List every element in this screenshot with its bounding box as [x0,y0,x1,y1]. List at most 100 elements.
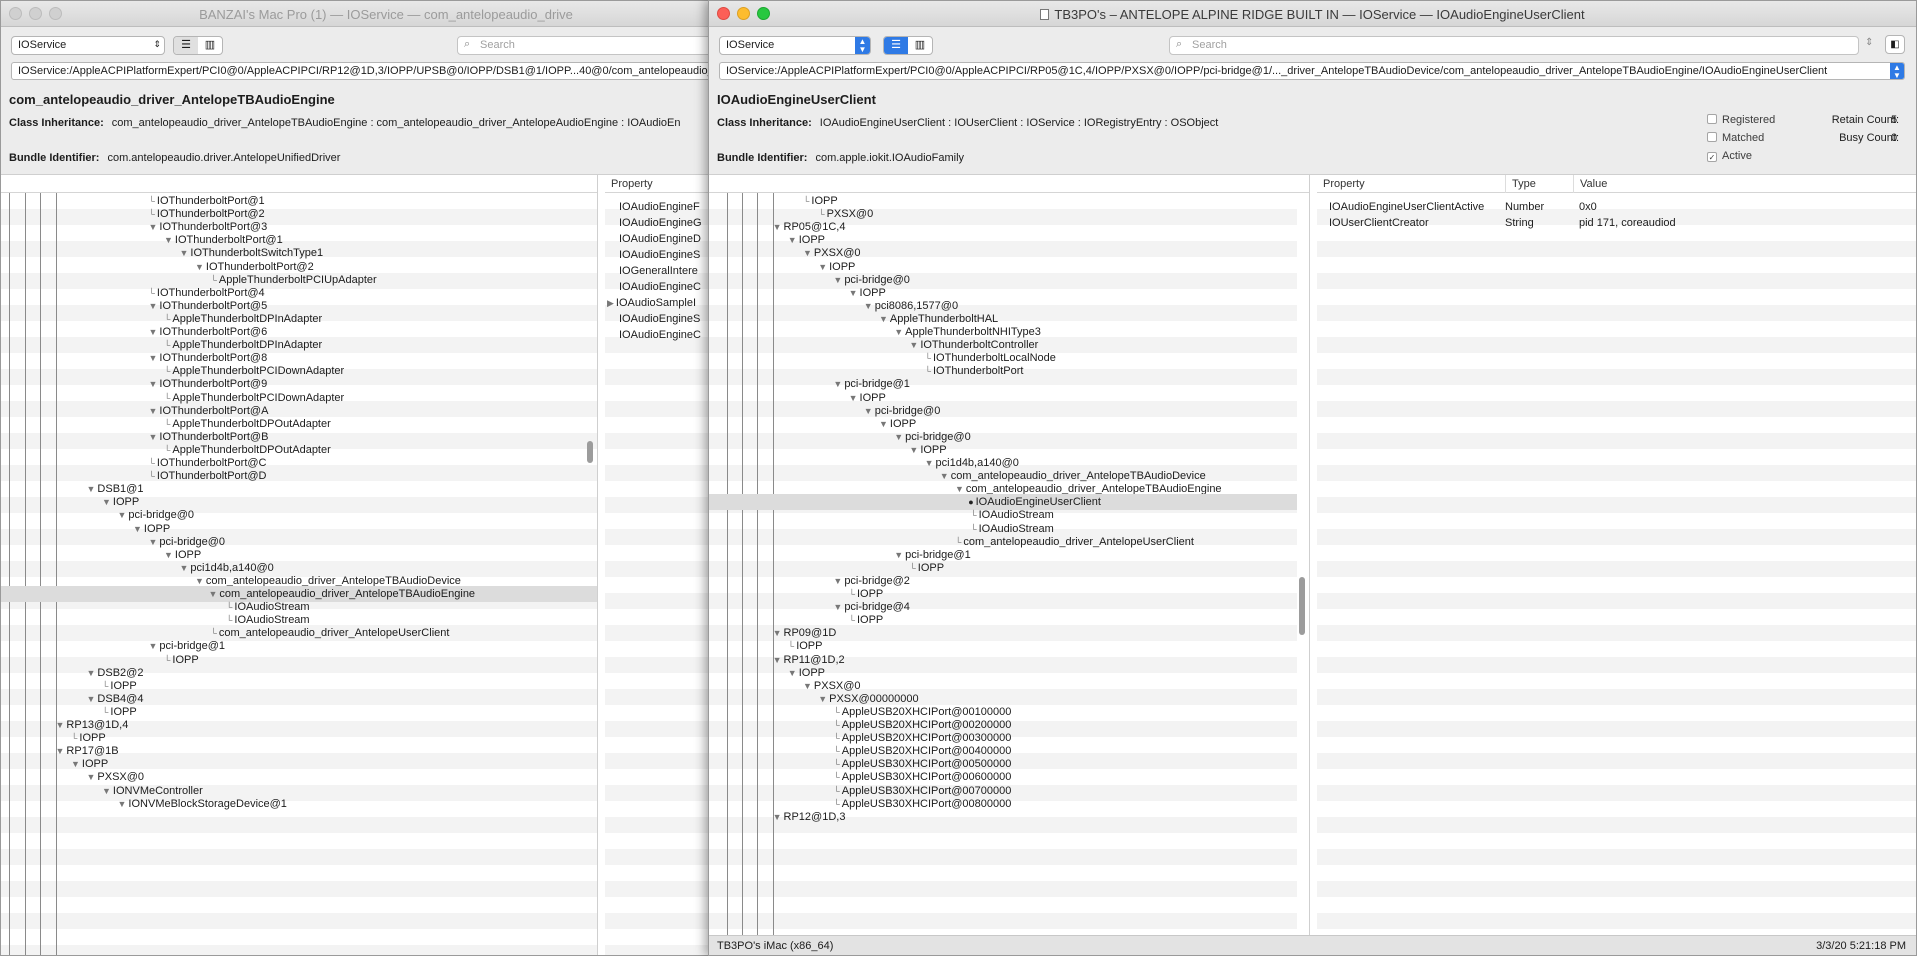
disclosure-triangle-icon[interactable]: ▼ [849,288,858,298]
disclosure-triangle-icon[interactable]: ▼ [180,563,189,573]
disclosure-triangle-icon[interactable]: ▼ [909,445,918,455]
disclosure-triangle-icon[interactable]: ▼ [118,799,127,809]
disclosure-triangle-icon[interactable]: ▼ [925,458,934,468]
disclosure-triangle-icon[interactable]: ▼ [164,235,173,245]
disclosure-triangle-icon[interactable]: ▼ [180,248,189,258]
disclosure-triangle-icon[interactable]: ▼ [849,393,858,403]
path-field[interactable]: IOService:/AppleACPIPlatformExpert/PCI0@… [11,62,711,80]
disclosure-triangle-icon[interactable]: ▼ [818,694,827,704]
tree-node[interactable]: └ IOPP [847,612,884,628]
disclosure-triangle-icon[interactable]: ▼ [894,327,903,337]
disclosure-triangle-icon[interactable]: ▼ [209,589,218,599]
disclosure-triangle-icon[interactable]: ▼ [833,275,842,285]
disclosure-triangle-icon[interactable]: ▼ [909,340,918,350]
property-row[interactable]: IOAudioEngineS [619,247,700,263]
disclosure-triangle-icon[interactable]: ▼ [164,550,173,560]
property-row[interactable]: IOAudioEngineF [619,199,700,215]
disclosure-triangle-icon[interactable]: ▼ [788,668,797,678]
disclosure-triangle-icon[interactable]: ▼ [195,262,204,272]
property-row[interactable]: IOAudioEngineS [619,311,700,327]
property-value[interactable]: 0x0 [1579,199,1597,215]
tree-scrollbar[interactable] [1299,577,1305,635]
disclosure-triangle-icon[interactable]: ▼ [149,432,158,442]
tree-node[interactable]: ▼ IONVMeBlockStorageDevice@1 [116,796,287,812]
search-input[interactable]: ⌕ Search [1169,36,1859,55]
disclosure-triangle-icon[interactable]: ▼ [773,628,782,638]
disclosure-triangle-icon[interactable]: ▼ [788,235,797,245]
disclosure-triangle-icon[interactable]: ▼ [773,812,782,822]
column-view-icon[interactable]: ▥ [908,37,932,54]
property-column-header[interactable]: Property [1323,175,1365,193]
tree-node[interactable]: └ IOThunderboltPort [923,363,1024,379]
property-table[interactable]: IOAudioEngineUserClientActive Number 0x0 IO… [1317,193,1916,937]
disclosure-triangle-icon[interactable]: ▼ [87,668,96,678]
disclosure-triangle-icon[interactable]: ▼ [149,301,158,311]
disclosure-triangle-icon[interactable]: ▼ [149,641,158,651]
property-row[interactable]: IOAudioEngineD [619,231,701,247]
disclosure-triangle-icon[interactable]: ▼ [773,222,782,232]
disclosure-triangle-icon[interactable]: ▼ [803,681,812,691]
path-field[interactable]: IOService:/AppleACPIPlatformExpert/PCI0@… [719,62,1905,80]
registry-tree[interactable]: └ IOPP └ PXSX@0 ▼ RP05@1C,4 ▼ IOPP ▼ PXSX@0 ▼ IOPP ▼… [709,193,1297,937]
disclosure-triangle-icon[interactable]: ▼ [803,248,812,258]
list-view-icon[interactable]: ☰ [174,37,198,54]
tree-node[interactable]: └ IOPP [162,652,199,668]
property-row[interactable]: IOGeneralIntere [619,263,698,279]
disclosure-triangle-icon[interactable]: ▼ [56,746,65,756]
disclosure-triangle-icon[interactable]: ▼ [833,379,842,389]
disclosure-triangle-icon[interactable]: ▼ [118,510,127,520]
property-column-header[interactable]: Property [605,175,711,193]
list-view-icon[interactable]: ☰ [884,37,908,54]
disclosure-triangle-icon[interactable]: ▼ [773,655,782,665]
disclosure-triangle-icon[interactable]: ▼ [87,484,96,494]
split-divider[interactable] [1309,175,1310,937]
path-stepper-icon[interactable]: ▲ ▼ [1890,63,1904,79]
disclosure-triangle-icon[interactable]: ▼ [894,550,903,560]
disclosure-triangle-icon[interactable]: ▼ [818,262,827,272]
disclosure-triangle-icon[interactable]: ▼ [71,759,80,769]
property-table[interactable]: IOAudioEngineF IOAudioEngineG IOAudioEngin… [605,193,711,955]
disclosure-triangle-icon[interactable]: ▼ [149,222,158,232]
property-row[interactable]: IOAudioEngineC [619,279,701,295]
disclosure-triangle-icon[interactable]: ▼ [149,406,158,416]
property-type[interactable]: Number [1505,199,1544,215]
tree-scrollbar[interactable] [587,441,593,463]
tree-node[interactable]: └ AppleUSB30XHCIPort@00800000 [831,796,1011,812]
disclosure-triangle-icon[interactable]: ▶ [607,298,614,308]
view-mode-segmented[interactable]: ☰ ▥ [173,36,223,55]
property-name[interactable]: IOAudioEngineUserClientActive [1329,199,1484,215]
disclosure-triangle-icon[interactable]: ▼ [149,353,158,363]
property-row[interactable]: ▶ IOAudioSampleI [607,295,696,311]
tree-node[interactable]: ▼ RP12@1D,3 [771,809,846,825]
plane-select[interactable]: IOService ⇕ [11,36,165,55]
disclosure-triangle-icon[interactable]: ▼ [833,602,842,612]
property-type[interactable]: String [1505,215,1534,231]
sidebar-toggle-icon[interactable]: ◧ [1885,35,1905,54]
disclosure-triangle-icon[interactable]: ▼ [955,484,964,494]
type-column-header[interactable]: Type [1505,175,1536,193]
disclosure-triangle-icon[interactable]: ▼ [102,497,111,507]
disclosure-triangle-icon[interactable]: ▼ [864,406,873,416]
disclosure-triangle-icon[interactable]: ▼ [133,524,142,534]
tree-node[interactable]: └ com_antelopeaudio_driver_AntelopeUserCl… [953,534,1194,550]
disclosure-triangle-icon[interactable]: ▼ [864,301,873,311]
tree-node[interactable]: └ com_antelopeaudio_driver_AntelopeUserCl… [209,625,450,641]
disclosure-triangle-icon[interactable]: ▼ [56,720,65,730]
disclosure-triangle-icon[interactable]: ▼ [149,379,158,389]
property-row[interactable]: IOAudioEngineG [619,215,702,231]
property-row[interactable]: IOAudioEngineC [619,327,701,343]
disclosure-triangle-icon[interactable]: ▼ [149,327,158,337]
disclosure-triangle-icon[interactable]: ▼ [940,471,949,481]
disclosure-triangle-icon[interactable]: ▼ [195,576,204,586]
property-name[interactable]: IOUserClientCreator [1329,215,1429,231]
view-mode-segmented[interactable]: ☰ ▥ [883,36,933,55]
tree-node[interactable]: └ IOThunderboltPort@D [147,468,267,484]
disclosure-triangle-icon[interactable]: ▼ [149,537,158,547]
registry-tree[interactable]: └ IOThunderboltPort@1 └ IOThunderboltPort@2… [1,193,597,955]
disclosure-triangle-icon[interactable]: ▼ [87,694,96,704]
disclosure-triangle-icon[interactable]: ▼ [879,314,888,324]
plane-select[interactable]: IOService ▲ ▼ [719,36,871,55]
disclosure-triangle-icon[interactable]: ▼ [87,772,96,782]
disclosure-triangle-icon[interactable]: ▼ [833,576,842,586]
split-divider[interactable] [597,175,598,955]
